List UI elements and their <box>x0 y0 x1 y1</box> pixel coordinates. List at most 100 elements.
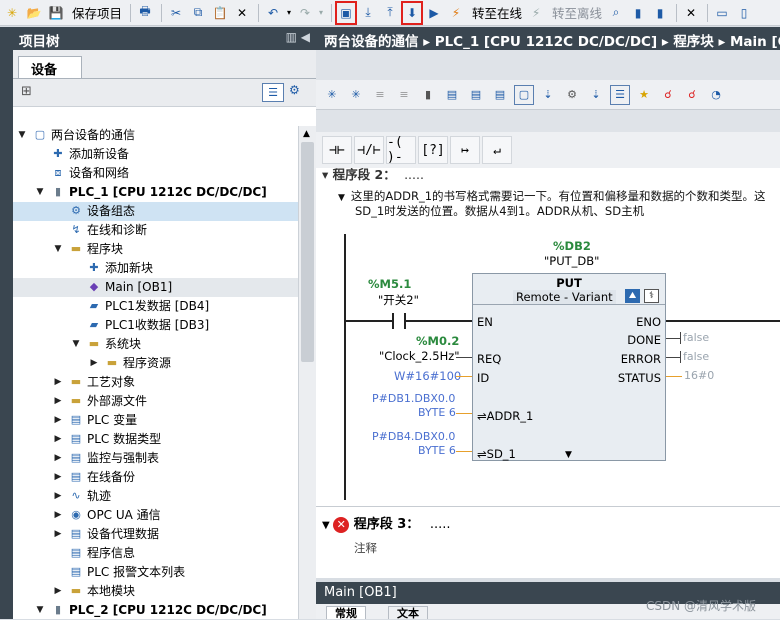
breadcrumb-plc[interactable]: PLC_1 [CPU 1212C DC/DC/DC] <box>435 34 657 50</box>
req-tag[interactable]: "Clock_2.5Hz" <box>379 349 460 363</box>
compile-icon[interactable]: ▣ <box>335 0 358 25</box>
tree-item[interactable]: ▼ ▬ 程序块 <box>13 240 298 259</box>
expand-arrow-icon[interactable]: ▶ <box>53 392 63 411</box>
insert-row-icon[interactable]: ≡ <box>370 85 390 105</box>
cut-icon[interactable]: ✂ <box>166 2 186 24</box>
instance-db-address[interactable]: %DB2 <box>553 239 591 253</box>
addr1-value[interactable]: P#DB1.DBX0.0 <box>372 392 455 405</box>
contact-address[interactable]: %M5.1 <box>368 277 411 291</box>
download-to-device-icon[interactable]: ⤓ <box>358 2 378 24</box>
expand-arrow-icon[interactable]: ▼ <box>53 240 63 259</box>
collapse-comment-icon[interactable]: ▼ <box>338 193 345 203</box>
monitoring-on-icon[interactable]: ◔ <box>706 85 726 105</box>
network-2-comment[interactable]: ▼ 这里的ADDR_1的书写格式需要记一下。有位置和偏移量和数据的个数和类型。这 <box>338 188 766 204</box>
empty-box-icon[interactable]: [?] <box>418 136 448 164</box>
expand-arrow-icon[interactable]: ▼ <box>71 335 81 354</box>
monitor-icon[interactable]: ⚙ <box>562 85 582 105</box>
tree-item[interactable]: ▶ ▤ 监控与强制表 <box>13 449 298 468</box>
call-environment-icon[interactable]: ☌ <box>658 85 678 105</box>
go-offline-icon[interactable]: ⚡ <box>526 2 546 24</box>
simulation-icon[interactable]: ▶ <box>424 2 444 24</box>
tree-item[interactable]: ▶ ▬ 程序资源 <box>13 354 298 373</box>
expand-arrow-icon[interactable]: ▶ <box>53 449 63 468</box>
insert-network-icon[interactable]: ✳ <box>322 85 342 105</box>
accessible-devices-icon[interactable]: ⌕ <box>606 2 626 24</box>
watch-icon[interactable]: ☰ <box>610 84 630 105</box>
tree-item[interactable]: ▶ ▤ 在线备份 <box>13 468 298 487</box>
delete-network-icon[interactable]: ✳ <box>346 85 366 105</box>
tree-item[interactable]: ▶ ▤ PLC 变量 <box>13 411 298 430</box>
diagnostics-stethoscope-icon[interactable]: ⚕ <box>644 289 659 303</box>
tree-item[interactable]: ▼ ▬ 系统块 <box>13 335 298 354</box>
split-vertical-icon[interactable]: ▯ <box>734 2 754 24</box>
tree-item[interactable]: ▼ ▢ 两台设备的通信 <box>13 126 298 145</box>
tree-item[interactable]: ⧈ 设备和网络 <box>13 164 298 183</box>
go-to-error-icon[interactable]: ⇣ <box>538 85 558 105</box>
save-project-icon[interactable]: 💾 <box>46 2 66 24</box>
tree-item[interactable]: ▤ PLC 报警文本列表 <box>13 563 298 582</box>
expand-arrow-icon[interactable]: ▶ <box>53 430 63 449</box>
breadcrumb-block[interactable]: Main [O <box>730 34 780 50</box>
error-value[interactable]: false <box>683 350 709 363</box>
open-project-icon[interactable]: 📂 <box>24 2 44 24</box>
expand-arrow-icon[interactable]: ▼ <box>35 183 45 202</box>
tree-item[interactable]: ▶ ▤ PLC 数据类型 <box>13 430 298 449</box>
normally-closed-contact-icon[interactable]: ⊣/⊢ <box>354 136 384 164</box>
tab-devices[interactable]: 设备 <box>18 56 82 78</box>
collapse-network-3-icon[interactable]: ▼ <box>322 520 333 531</box>
tree-item[interactable]: ⚙ 设备组态 <box>13 202 298 221</box>
start-cpu-icon[interactable]: ▮ <box>628 2 648 24</box>
undo-icon[interactable]: ↶ <box>263 2 283 24</box>
expand-arrow-icon[interactable]: ▶ <box>53 373 63 392</box>
coil-icon[interactable]: -( )- <box>386 135 416 165</box>
collapse-network-icon[interactable]: ▾ <box>322 168 333 182</box>
tree-item[interactable]: ▶ ▬ 本地模块 <box>13 582 298 601</box>
highlight-icon[interactable]: ★ <box>634 85 654 105</box>
tree-item[interactable]: ▶ ◉ OPC UA 通信 <box>13 506 298 525</box>
expand-arrow-icon[interactable]: ▶ <box>53 525 63 544</box>
instance-db-name[interactable]: "PUT_DB" <box>544 254 599 268</box>
id-value[interactable]: W#16#100 <box>394 369 461 383</box>
remote-label[interactable]: Remote - Variant <box>513 290 616 304</box>
tree-item[interactable]: ↯ 在线和诊断 <box>13 221 298 240</box>
collapse-panel-icon[interactable]: ▥ ◀ <box>286 30 310 44</box>
done-value[interactable]: false <box>683 331 709 344</box>
network-2-header[interactable]: ▾ 程序段 2： ..... <box>322 168 424 183</box>
scrollbar-thumb[interactable] <box>301 142 314 362</box>
cross-reference-icon[interactable]: ✕ <box>681 2 701 24</box>
paste-icon[interactable]: 📋 <box>210 2 230 24</box>
new-project-icon[interactable]: ✳ <box>2 2 22 24</box>
expand-arrow-icon[interactable]: ▶ <box>53 506 63 525</box>
scroll-up-icon[interactable]: ▲ <box>303 129 310 139</box>
expand-arrow-icon[interactable]: ▶ <box>89 354 99 373</box>
req-address[interactable]: %M0.2 <box>416 334 459 348</box>
print-icon[interactable]: 🖶 <box>135 2 155 24</box>
open-branch-icon[interactable]: ↦ <box>450 136 480 164</box>
tree-settings-icon[interactable]: ⚙ <box>289 83 300 97</box>
redo-dropdown-icon[interactable]: ▾ <box>317 2 325 24</box>
undo-dropdown-icon[interactable]: ▾ <box>285 2 293 24</box>
modify-icon[interactable]: ⇣ <box>586 85 606 105</box>
delete-icon[interactable]: ✕ <box>232 2 252 24</box>
normally-open-contact-icon[interactable]: ⊣⊢ <box>322 136 352 164</box>
tree-item[interactable]: ✚ 添加新设备 <box>13 145 298 164</box>
network-3-header[interactable]: ▼ ✕ 程序段 3： ..... <box>322 513 450 533</box>
stop-cpu-icon[interactable]: ▮ <box>650 2 670 24</box>
tree-item[interactable]: ▰ PLC1发数据 [DB4] <box>13 297 298 316</box>
sd1-type[interactable]: BYTE 6 <box>418 444 456 457</box>
sd1-value[interactable]: P#DB4.DBX0.0 <box>372 430 455 443</box>
network-3-comment[interactable]: 注释 <box>354 540 377 556</box>
redo-icon[interactable]: ↷ <box>295 2 315 24</box>
breadcrumb-folder[interactable]: 程序块 <box>673 34 714 50</box>
tree-item[interactable]: ▶ ▬ 工艺对象 <box>13 373 298 392</box>
tree-item[interactable]: ▼ ▮ PLC_2 [CPU 1212C DC/DC/DC] <box>13 601 298 619</box>
list-view-icon[interactable]: ☰ <box>262 83 284 102</box>
contact-tag[interactable]: "开关2" <box>378 292 419 308</box>
tree-item[interactable]: ✚ 添加新块 <box>13 259 298 278</box>
tree-scrollbar[interactable]: ▲ <box>298 126 316 619</box>
expand-arrow-icon[interactable]: ▶ <box>53 468 63 487</box>
comments-icon[interactable]: ▢ <box>514 84 534 105</box>
tab-text[interactable]: 文本 <box>388 606 428 620</box>
tree-item[interactable]: ▼ ▮ PLC_1 [CPU 1212C DC/DC/DC] <box>13 183 298 202</box>
tree-item[interactable]: ▰ PLC1收数据 [DB3] <box>13 316 298 335</box>
